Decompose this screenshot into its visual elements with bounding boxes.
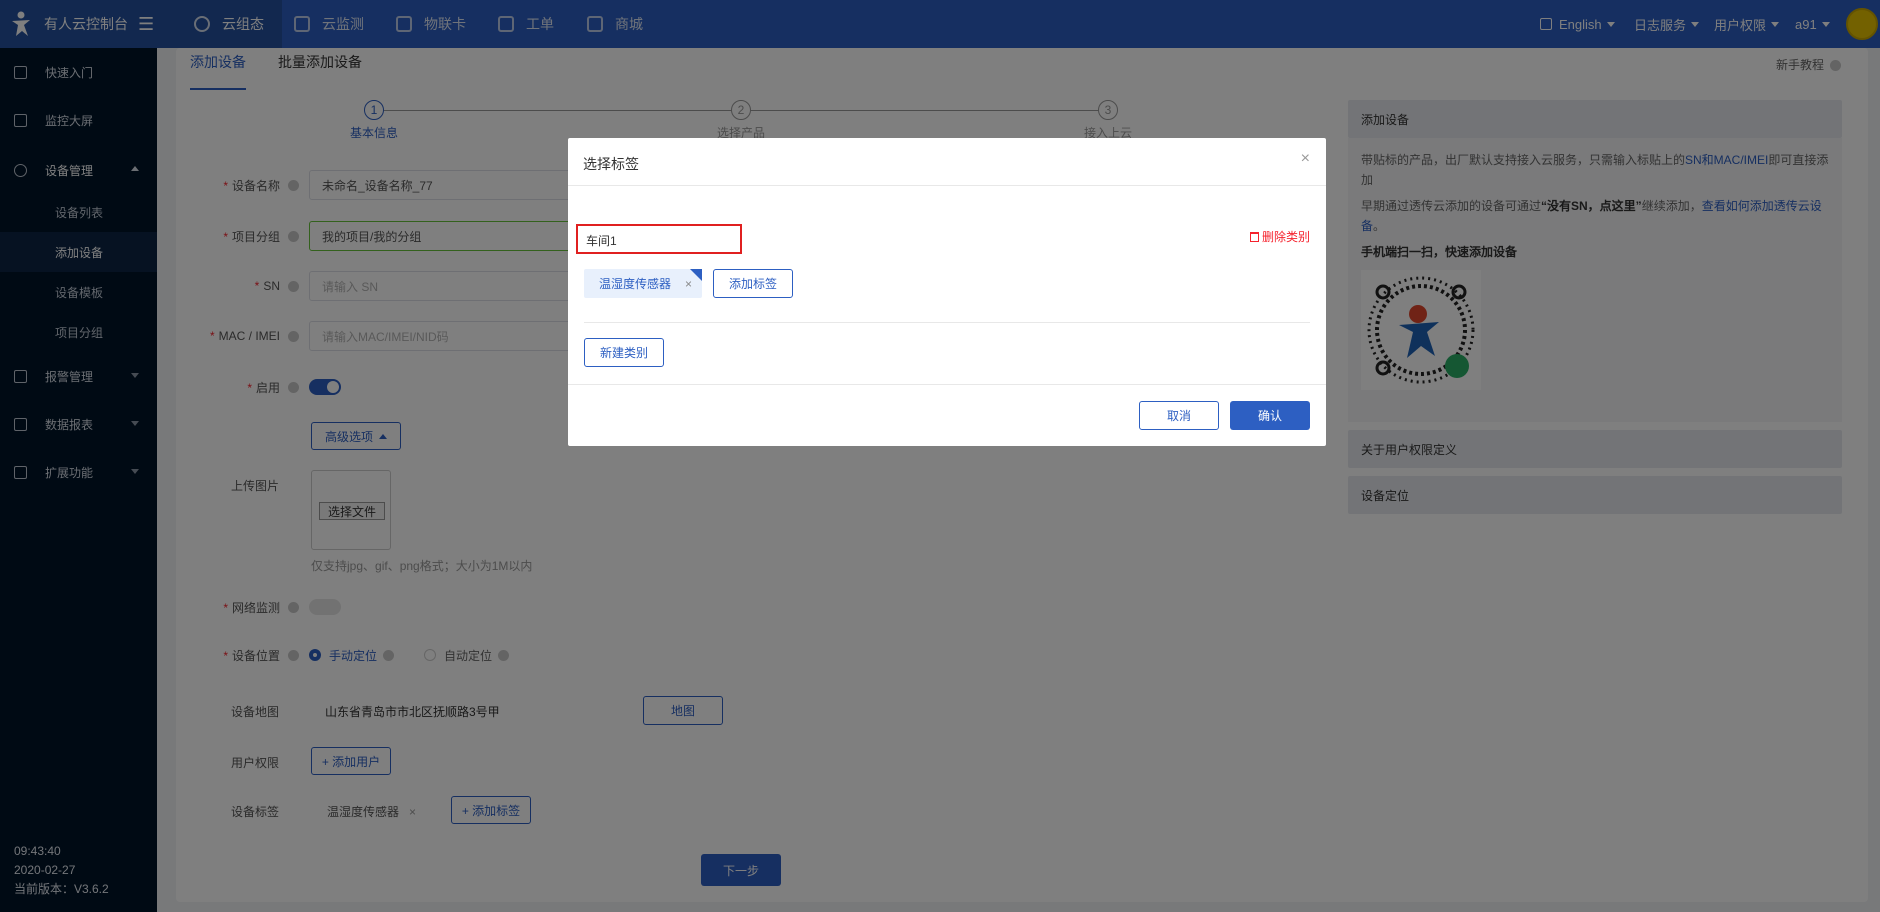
category-input[interactable]: 车间1 (576, 224, 742, 254)
category-value: 车间1 (586, 234, 617, 248)
close-icon[interactable]: × (1301, 150, 1310, 168)
new-category-button[interactable]: 新建类别 (584, 338, 664, 367)
delete-category-button[interactable]: 删除类别 (1249, 228, 1310, 245)
selected-corner-icon (690, 269, 703, 281)
modal-add-tag-button[interactable]: 添加标签 (713, 269, 793, 298)
tag-chip[interactable]: 温湿度传感器 × (584, 269, 703, 298)
footer-divider (568, 384, 1326, 385)
modal-overlay[interactable] (0, 0, 1880, 912)
modal-divider (568, 185, 1326, 186)
cancel-button[interactable]: 取消 (1139, 401, 1219, 430)
modal-title: 选择标签 (583, 156, 639, 172)
tag-chip-label: 温湿度传感器 (599, 277, 672, 291)
section-divider (584, 322, 1310, 323)
trash-icon (1249, 231, 1259, 242)
select-tag-modal: 选择标签 × 车间1 删除类别 温湿度传感器 × 添加标签 新建类别 取消 确认 (568, 138, 1326, 446)
confirm-button[interactable]: 确认 (1230, 401, 1310, 430)
